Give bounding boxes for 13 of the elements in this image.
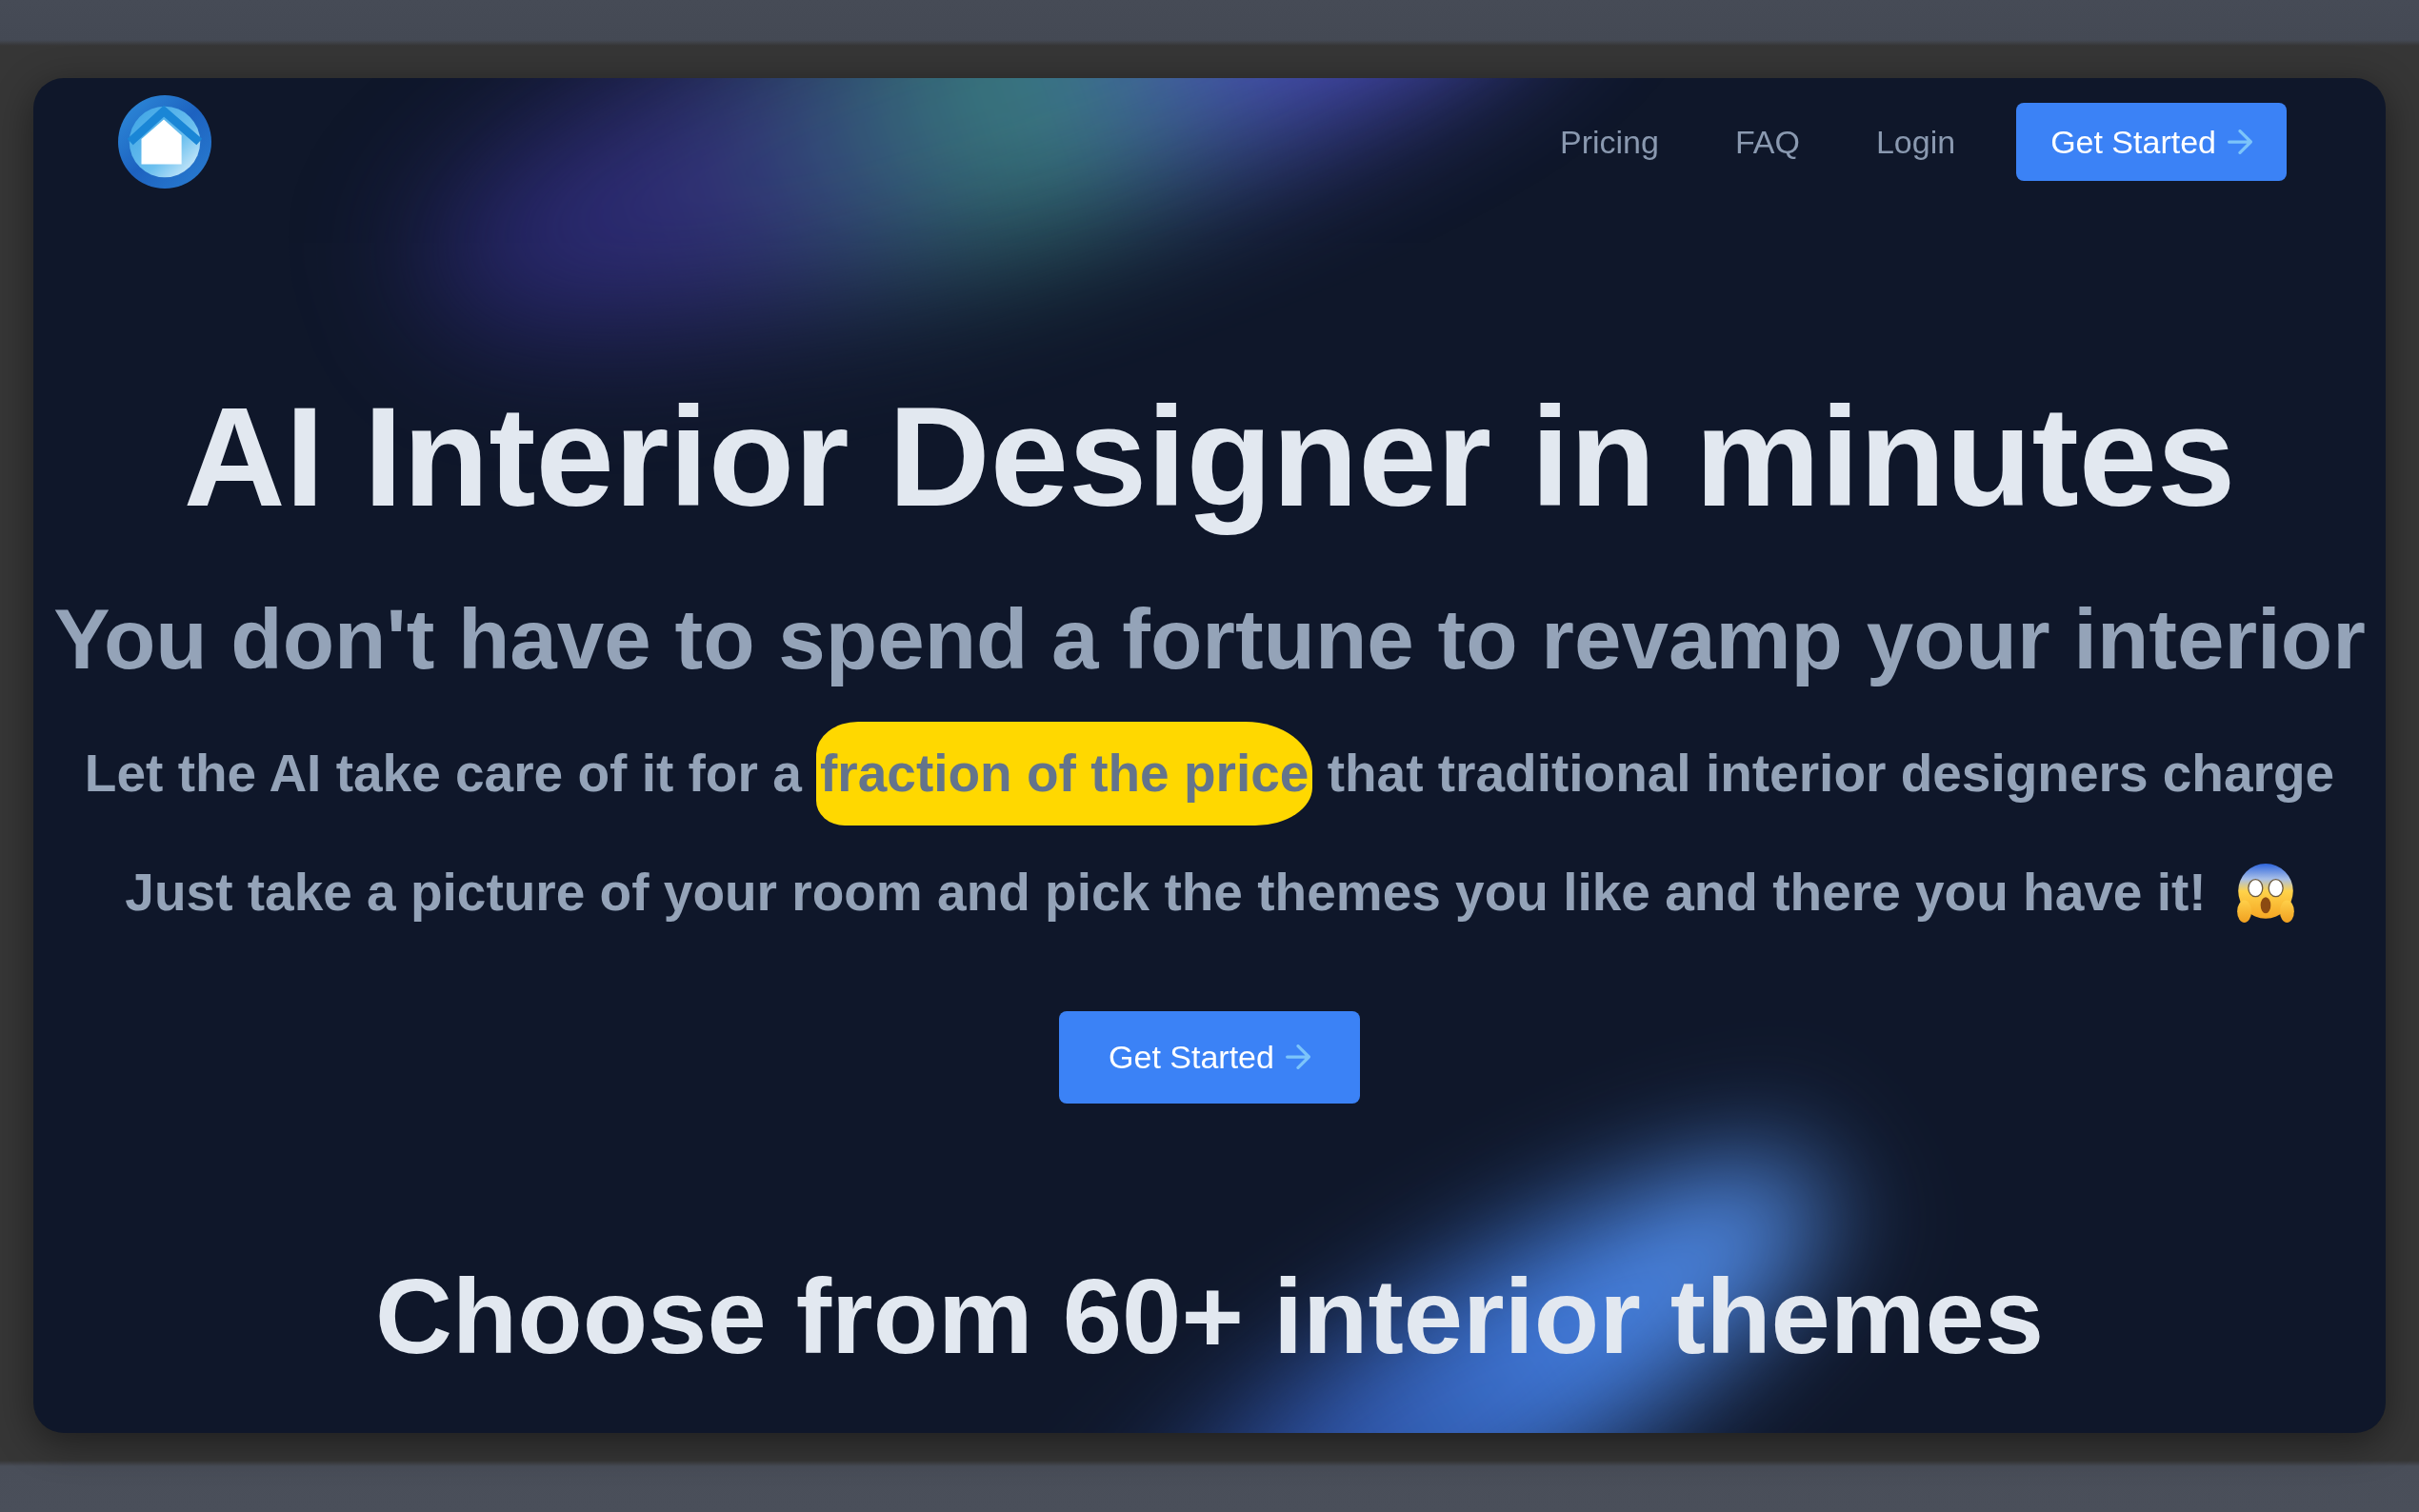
nav-link[interactable]: FAQ [1734, 126, 1800, 158]
tagline-text: Just take a picture of your room and pick the themes you like and there you have it! [125, 866, 2207, 920]
hero-subtitle: You don't have to spend a fortune to revamp your interior [53, 590, 2366, 688]
get-started-button[interactable]: Get Started [2016, 103, 2287, 181]
nav-link[interactable]: Pricing [1559, 126, 1659, 158]
nav-link[interactable]: Login [1875, 126, 1956, 158]
arrow-right-icon [2228, 129, 2252, 154]
house-logo-icon[interactable] [118, 95, 211, 189]
get-started-button[interactable]: Get Started [1059, 1010, 1360, 1104]
hero-title: AI Interior Designer in minutes [183, 377, 2236, 537]
arrow-right-icon [1285, 1044, 1310, 1070]
description-text: Let the AI take care of it for a fraction of the price that traditional interior designers charge [84, 720, 2335, 826]
screaming-face-emoji-icon [2236, 862, 2294, 924]
